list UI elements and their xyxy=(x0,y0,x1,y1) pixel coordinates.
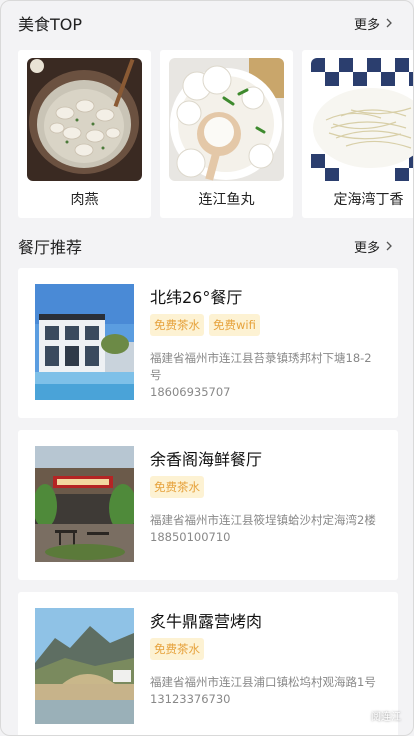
fish-ball-soup-photo xyxy=(169,58,284,181)
restaurant-name: 北纬26°餐厅 xyxy=(150,288,243,307)
restaurant-photo xyxy=(35,608,134,724)
wechat-icon xyxy=(351,709,367,722)
restaurant-address: 福建省福州市连江县筱埕镇蛤沙村定海湾2楼 xyxy=(150,513,376,527)
food-name: 连江鱼丸 xyxy=(198,192,255,208)
restaurant-more-button[interactable]: 更多 xyxy=(354,237,395,256)
restaurant-section-title: 餐厅推荐 xyxy=(18,238,83,257)
top-food-list: 肉燕 连江鱼丸 定海湾丁香 xyxy=(18,50,413,218)
dumpling-soup-photo xyxy=(27,58,142,181)
amenity-tag: 免费茶水 xyxy=(150,476,204,498)
chevron-right-icon xyxy=(386,18,392,28)
top-food-title: 美食TOP xyxy=(18,15,83,34)
amenity-tag: 免费wifi xyxy=(209,314,260,336)
tag-list: 免费茶水 xyxy=(150,638,204,660)
restaurant-address: 福建省福州市连江县浦口镇松坞村观海路1号 xyxy=(150,675,376,689)
restaurant-name: 炙牛鼎露营烤肉 xyxy=(150,612,263,631)
restaurant-photo xyxy=(35,284,134,400)
food-card[interactable]: 连江鱼丸 xyxy=(160,50,293,218)
restaurant-card[interactable]: 北纬26°餐厅 免费茶水 免费wifi 福建省福州市连江县苔菉镇琇邦村下塘18-… xyxy=(18,268,398,418)
restaurant-address: 福建省福州市连江县苔菉镇琇邦村下塘18-2号 xyxy=(150,351,372,382)
restaurant-address-block: 福建省福州市连江县筱埕镇蛤沙村定海湾2楼 18850100710 xyxy=(150,512,382,546)
dried-fish-photo xyxy=(311,58,413,181)
top-food-header: 美食TOP 更多 xyxy=(18,10,395,36)
tag-list: 免费茶水 xyxy=(150,476,204,498)
restaurant-card[interactable]: 炙牛鼎露营烤肉 免费茶水 福建省福州市连江县浦口镇松坞村观海路1号 131233… xyxy=(18,592,398,735)
watermark-text: 阅连江 xyxy=(371,712,401,723)
more-label: 更多 xyxy=(353,17,380,33)
tag-list: 免费茶水 免费wifi xyxy=(150,314,260,336)
restaurant-name: 余香阁海鲜餐厅 xyxy=(150,450,263,469)
chevron-right-icon xyxy=(386,241,392,251)
restaurant-photo xyxy=(35,446,134,562)
restaurant-phone[interactable]: 18850100710 xyxy=(150,529,382,546)
watermark: 阅连江 xyxy=(351,708,401,723)
restaurant-header: 餐厅推荐 更多 xyxy=(18,233,395,259)
restaurant-phone[interactable]: 18606935707 xyxy=(150,384,382,401)
amenity-tag: 免费茶水 xyxy=(150,314,204,336)
food-name: 肉燕 xyxy=(70,192,99,208)
restaurant-card[interactable]: 余香阁海鲜餐厅 免费茶水 福建省福州市连江县筱埕镇蛤沙村定海湾2楼 188501… xyxy=(18,430,398,580)
food-name: 定海湾丁香 xyxy=(333,192,404,208)
app-frame: 美食TOP 更多 肉燕 连江鱼丸 定海湾丁香 餐厅推荐 更多 北纬26°餐厅 免… xyxy=(0,0,414,736)
amenity-tag: 免费茶水 xyxy=(150,638,204,660)
restaurant-address-block: 福建省福州市连江县浦口镇松坞村观海路1号 13123376730 xyxy=(150,674,382,708)
restaurant-phone[interactable]: 13123376730 xyxy=(150,691,382,708)
restaurant-address-block: 福建省福州市连江县苔菉镇琇邦村下塘18-2号 18606935707 xyxy=(150,350,382,401)
food-card[interactable]: 肉燕 xyxy=(18,50,151,218)
top-food-more-button[interactable]: 更多 xyxy=(354,14,395,33)
food-card[interactable]: 定海湾丁香 xyxy=(302,50,413,218)
more-label: 更多 xyxy=(353,240,380,256)
